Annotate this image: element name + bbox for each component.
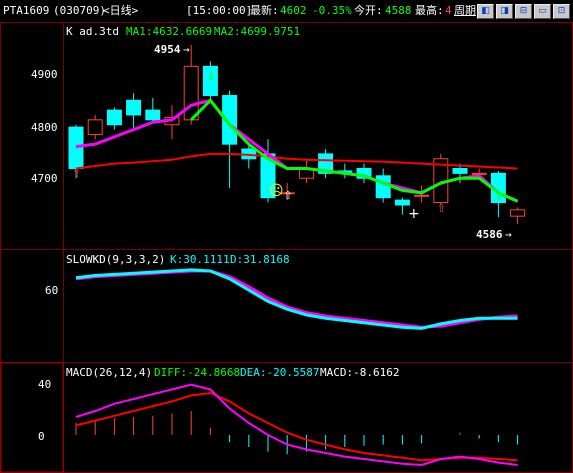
high-value: 4 [445,4,452,17]
symbol-label: PTA1609 [3,4,50,17]
macd-title: MACD(26,12,4) [66,366,152,379]
candle-body [126,99,142,116]
signal-arrow-icon: ⇧ [283,189,292,202]
ma3-line [75,152,518,170]
open-value: 4588 [385,4,412,17]
restore-icon[interactable]: ▭ [534,4,551,19]
prev-icon[interactable]: ◧ [477,4,494,19]
candle-body [183,65,199,121]
y-tick: 4900 [31,68,58,81]
ma1-line [75,98,519,203]
kd-y-tick: 60 [45,284,58,297]
kd-d-label: D:31.8168 [230,253,290,266]
y-tick: 4800 [31,121,58,134]
candle-body [394,199,410,206]
kline-chart[interactable]: K ad.3td MA1:4632.6669 MA2:4699.9751 490… [0,22,573,473]
low-marker-arrow: → [505,228,512,241]
macd-diff-label: DIFF:-24.8668 [154,366,240,379]
kd-k-line [75,268,518,330]
minimize-icon[interactable]: ⊟ [515,4,532,19]
toolbar-buttons: ◧ ◨ ⊟ ▭ ⊡ [477,4,570,19]
period-label[interactable]: <日线> [103,5,138,17]
kd-title: SLOWKD(9,3,3,2) [66,253,165,266]
signal-arrow-icon: ⇩ [494,190,503,203]
macd-y-tick: 40 [38,378,51,391]
latest-value: 4602 [280,4,307,17]
macd-dea-line [75,391,518,462]
ma2-line [190,98,519,203]
candle-body [375,175,391,199]
high-label: 最高: [415,4,444,17]
candle-body [471,172,487,175]
main-title: K ad.3td [66,25,119,38]
macd-diff-line [75,383,518,467]
high-marker: 4954 [154,43,181,56]
y-tick: 4700 [31,172,58,185]
crosshair-icon: + [408,206,420,222]
latest-label: 最新: [250,4,279,17]
signal-arrow-icon: ⇧ [437,202,446,215]
next-icon[interactable]: ◨ [496,4,513,19]
quote-header: PTA1609 (030709) <日线> [15:00:00] 最新: 460… [0,0,573,23]
macd-axis-box [0,362,64,473]
smiley-icon: ☹ [269,183,284,199]
signal-arrow-icon: ⇩ [206,70,215,83]
kd-d-line [75,269,518,329]
cycle-button[interactable]: 周期 [454,5,476,17]
maximize-icon[interactable]: ⊡ [553,4,570,19]
candle-body [145,109,161,121]
candle-body [414,194,430,197]
chart-frame [0,22,573,473]
high-marker-arrow: → [183,43,190,56]
macd-dea-label: DEA:-20.5587 [240,366,319,379]
kd-k-label: K:30.1111 [170,253,230,266]
ma1-label: MA1:4632.6669 [126,25,212,38]
contract-code: (030709) [53,4,106,17]
time-label: [15:00:00] [186,4,253,17]
ma2-label: MA2:4699.9751 [214,25,300,38]
open-label: 今开: [354,4,383,17]
candle-body [452,167,468,174]
signal-arrow-icon: ⇧ [72,167,81,180]
candle-body [106,109,122,126]
macd-y-tick: 0 [38,430,45,443]
macd-value-label: MACD:-8.6162 [320,366,399,379]
candle-body [87,119,103,135]
low-marker: 4586 [476,228,503,241]
candle-body [68,126,84,169]
change-percent: -0.35% [312,4,352,17]
candle-body [510,209,526,217]
